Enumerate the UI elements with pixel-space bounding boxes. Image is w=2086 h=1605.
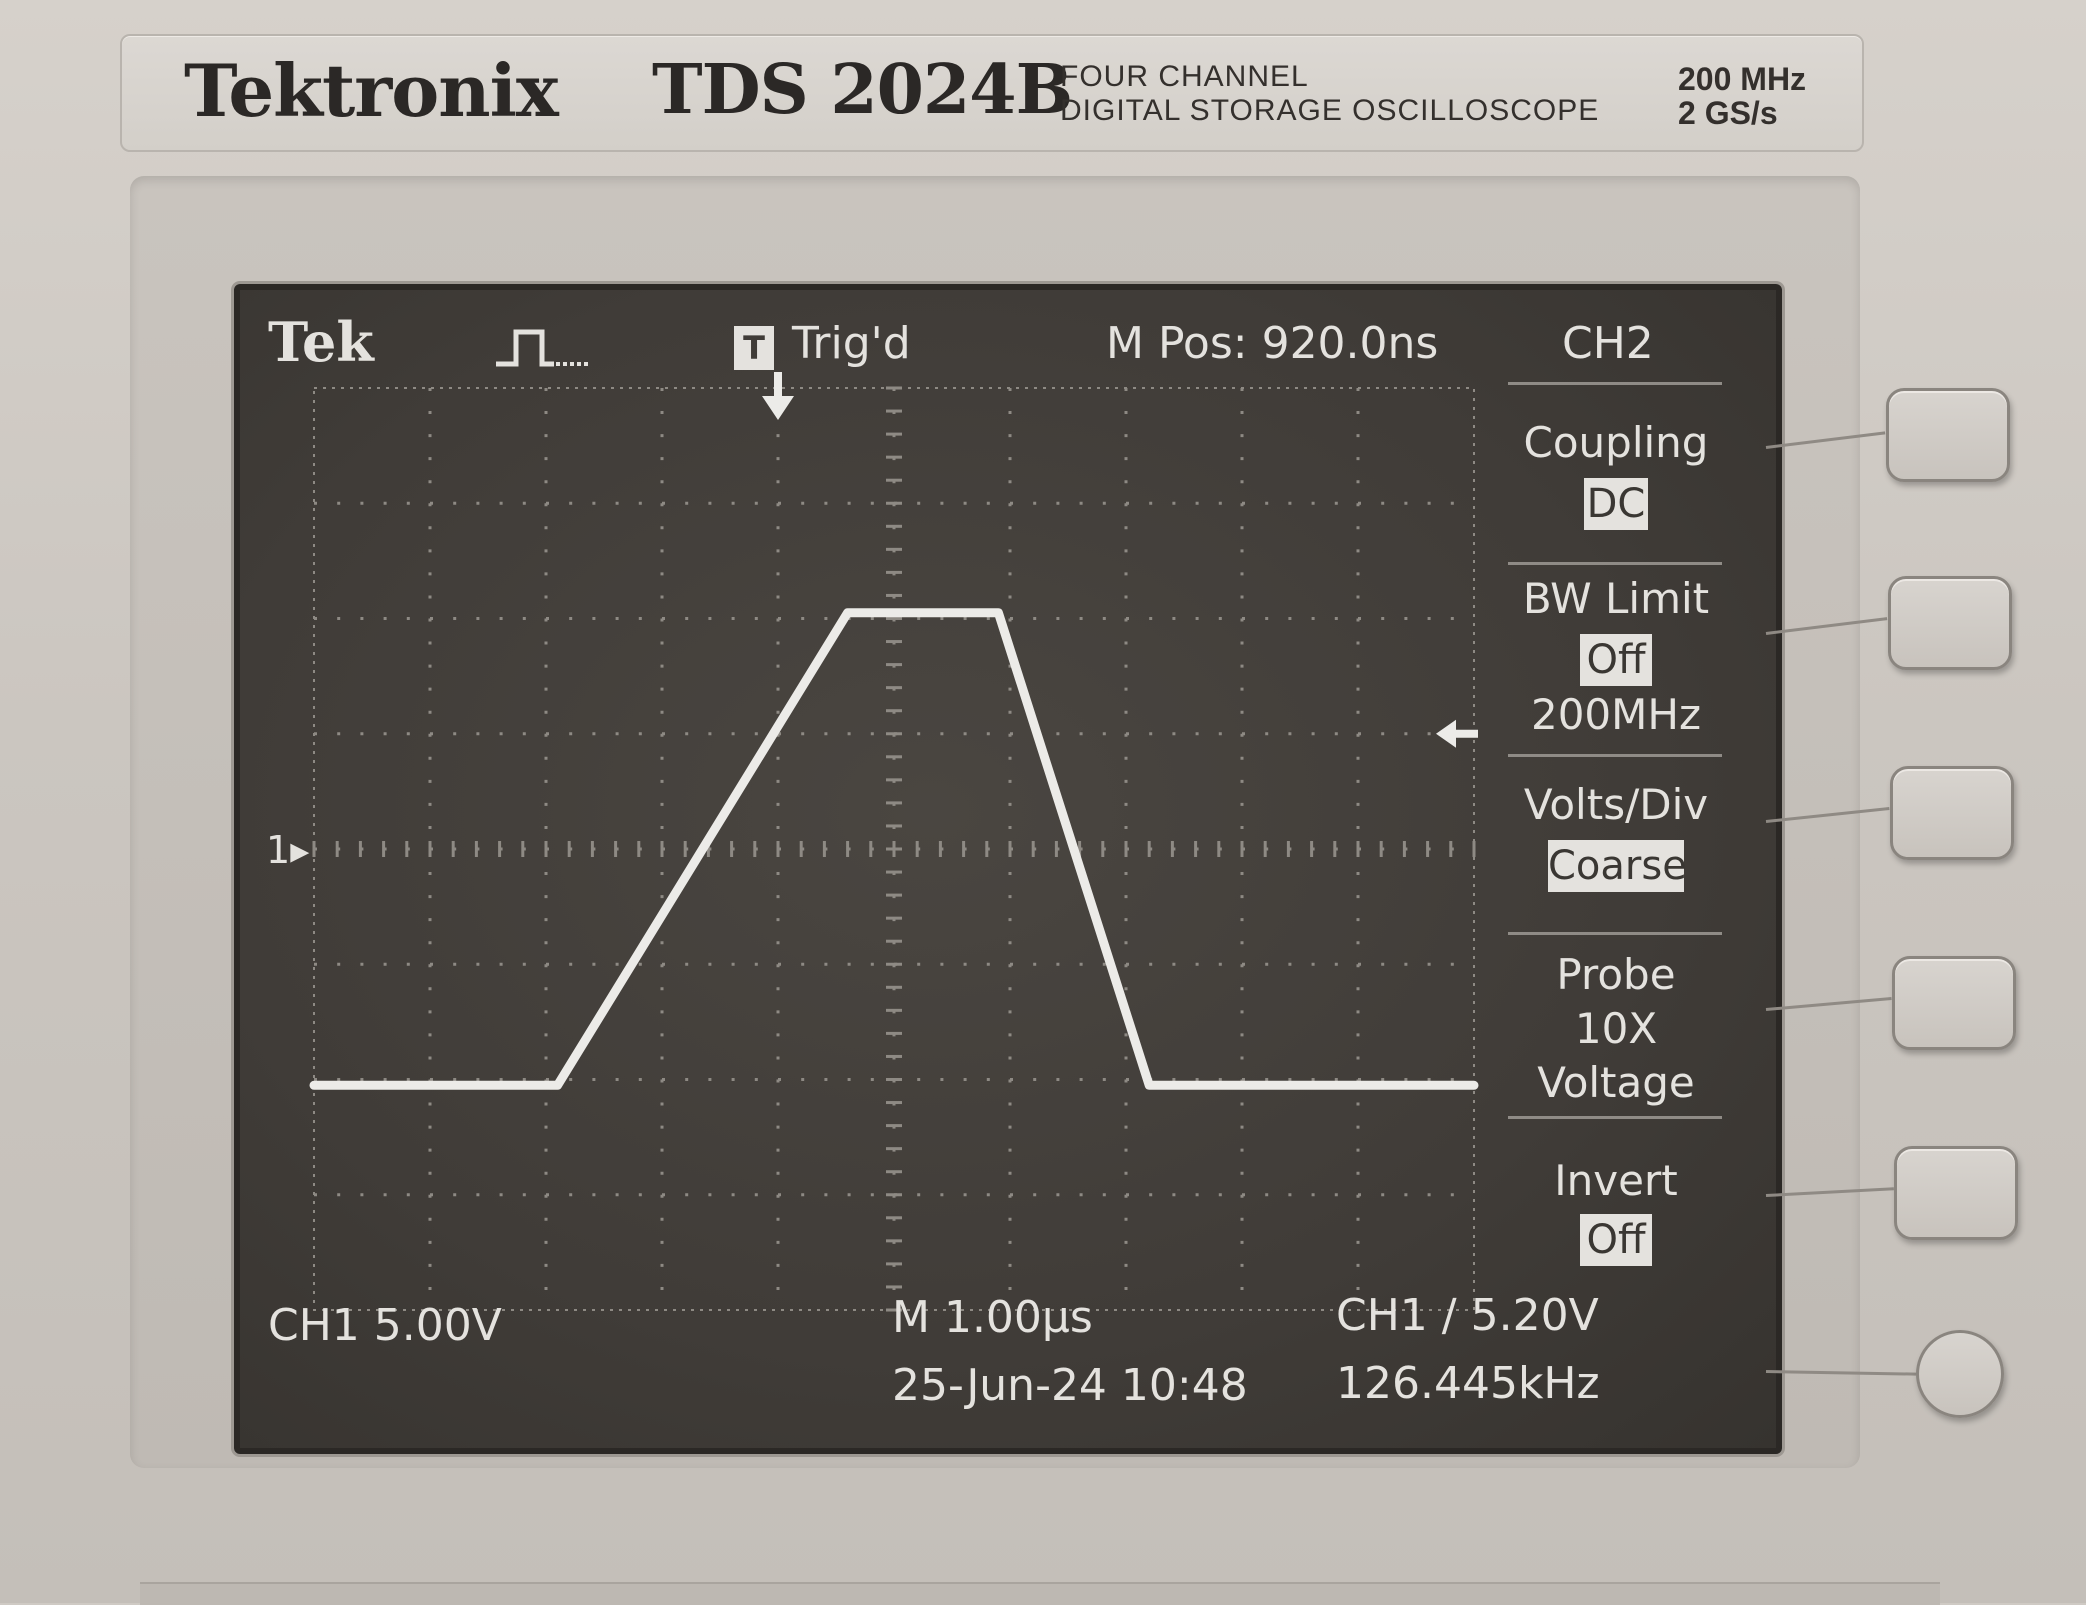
model-description: FOUR CHANNEL DIGITAL STORAGE OSCILLOSCOP… bbox=[1060, 60, 1599, 128]
menu-separator bbox=[1508, 754, 1722, 757]
brand-logo: Tektronix bbox=[184, 48, 559, 133]
front-panel-edge bbox=[140, 1582, 1940, 1605]
date-time: 25-Jun-24 10:48 bbox=[892, 1360, 1248, 1411]
brand-panel: Tektronix TDS 2024B FOUR CHANNEL DIGITAL… bbox=[120, 34, 1864, 152]
invert-label: Invert bbox=[1554, 1156, 1678, 1205]
volts-div-label: Volts/Div bbox=[1523, 780, 1709, 829]
probe-type: Voltage bbox=[1537, 1058, 1695, 1107]
spec-bandwidth: 200 MHz bbox=[1678, 61, 1807, 97]
bw-limit-label: BW Limit bbox=[1522, 574, 1710, 623]
probe-attenuation: 10X bbox=[1574, 1004, 1658, 1053]
marker-arrow-icon: ▸ bbox=[290, 828, 310, 872]
model-specs: 200 MHz 2 GS/s bbox=[1678, 62, 1806, 130]
option-button-2[interactable] bbox=[1888, 576, 2012, 670]
description-line-2: DIGITAL STORAGE OSCILLOSCOPE bbox=[1060, 94, 1600, 127]
tek-label: Tek bbox=[268, 310, 374, 374]
trigger-readout: CH1 ∕ 5.20V bbox=[1336, 1290, 1599, 1341]
horizontal-position: M Pos: 920.0ns bbox=[1106, 318, 1439, 369]
coupling-label: Coupling bbox=[1523, 418, 1709, 467]
option-button-1[interactable] bbox=[1886, 388, 2010, 482]
lcd-screen: Tek T Trig'd M Pos: 920.0ns CH2 Coupling… bbox=[234, 284, 1782, 1454]
description-line-1: FOUR CHANNEL bbox=[1060, 60, 1309, 93]
menu-separator bbox=[1508, 382, 1722, 385]
run-pulse-icon bbox=[496, 329, 588, 367]
menu-off-button[interactable] bbox=[1916, 1330, 2004, 1418]
volts-div-value: Coarse bbox=[1548, 840, 1687, 892]
option-button-4[interactable] bbox=[1892, 956, 2016, 1050]
frequency-readout: 126.445kHz bbox=[1336, 1358, 1600, 1409]
bw-limit-frequency: 200MHz bbox=[1530, 690, 1702, 739]
menu-separator bbox=[1508, 562, 1722, 565]
trigger-level-arrow bbox=[1436, 719, 1478, 748]
spec-sample-rate: 2 GS/s bbox=[1678, 95, 1778, 131]
menu-channel-label: CH2 bbox=[1562, 318, 1654, 369]
menu-separator bbox=[1508, 932, 1722, 935]
ch1-scale: CH1 5.00V bbox=[268, 1300, 502, 1351]
trigger-position-arrow bbox=[762, 372, 794, 420]
bw-limit-value: Off bbox=[1580, 634, 1652, 686]
trigger-badge-icon: T bbox=[734, 326, 774, 370]
option-button-3[interactable] bbox=[1890, 766, 2014, 860]
option-button-5[interactable] bbox=[1894, 1146, 2018, 1240]
coupling-value: DC bbox=[1584, 478, 1648, 530]
menu-separator bbox=[1508, 1116, 1722, 1119]
probe-label: Probe bbox=[1556, 950, 1676, 999]
timebase: M 1.00µs bbox=[892, 1292, 1093, 1343]
ch1-marker-label: 1 bbox=[266, 828, 291, 872]
ch1-ground-marker: 1▸ bbox=[266, 828, 309, 872]
invert-value: Off bbox=[1580, 1214, 1652, 1266]
model-name: TDS 2024B bbox=[652, 50, 1073, 130]
trigger-status: Trig'd bbox=[792, 318, 911, 369]
